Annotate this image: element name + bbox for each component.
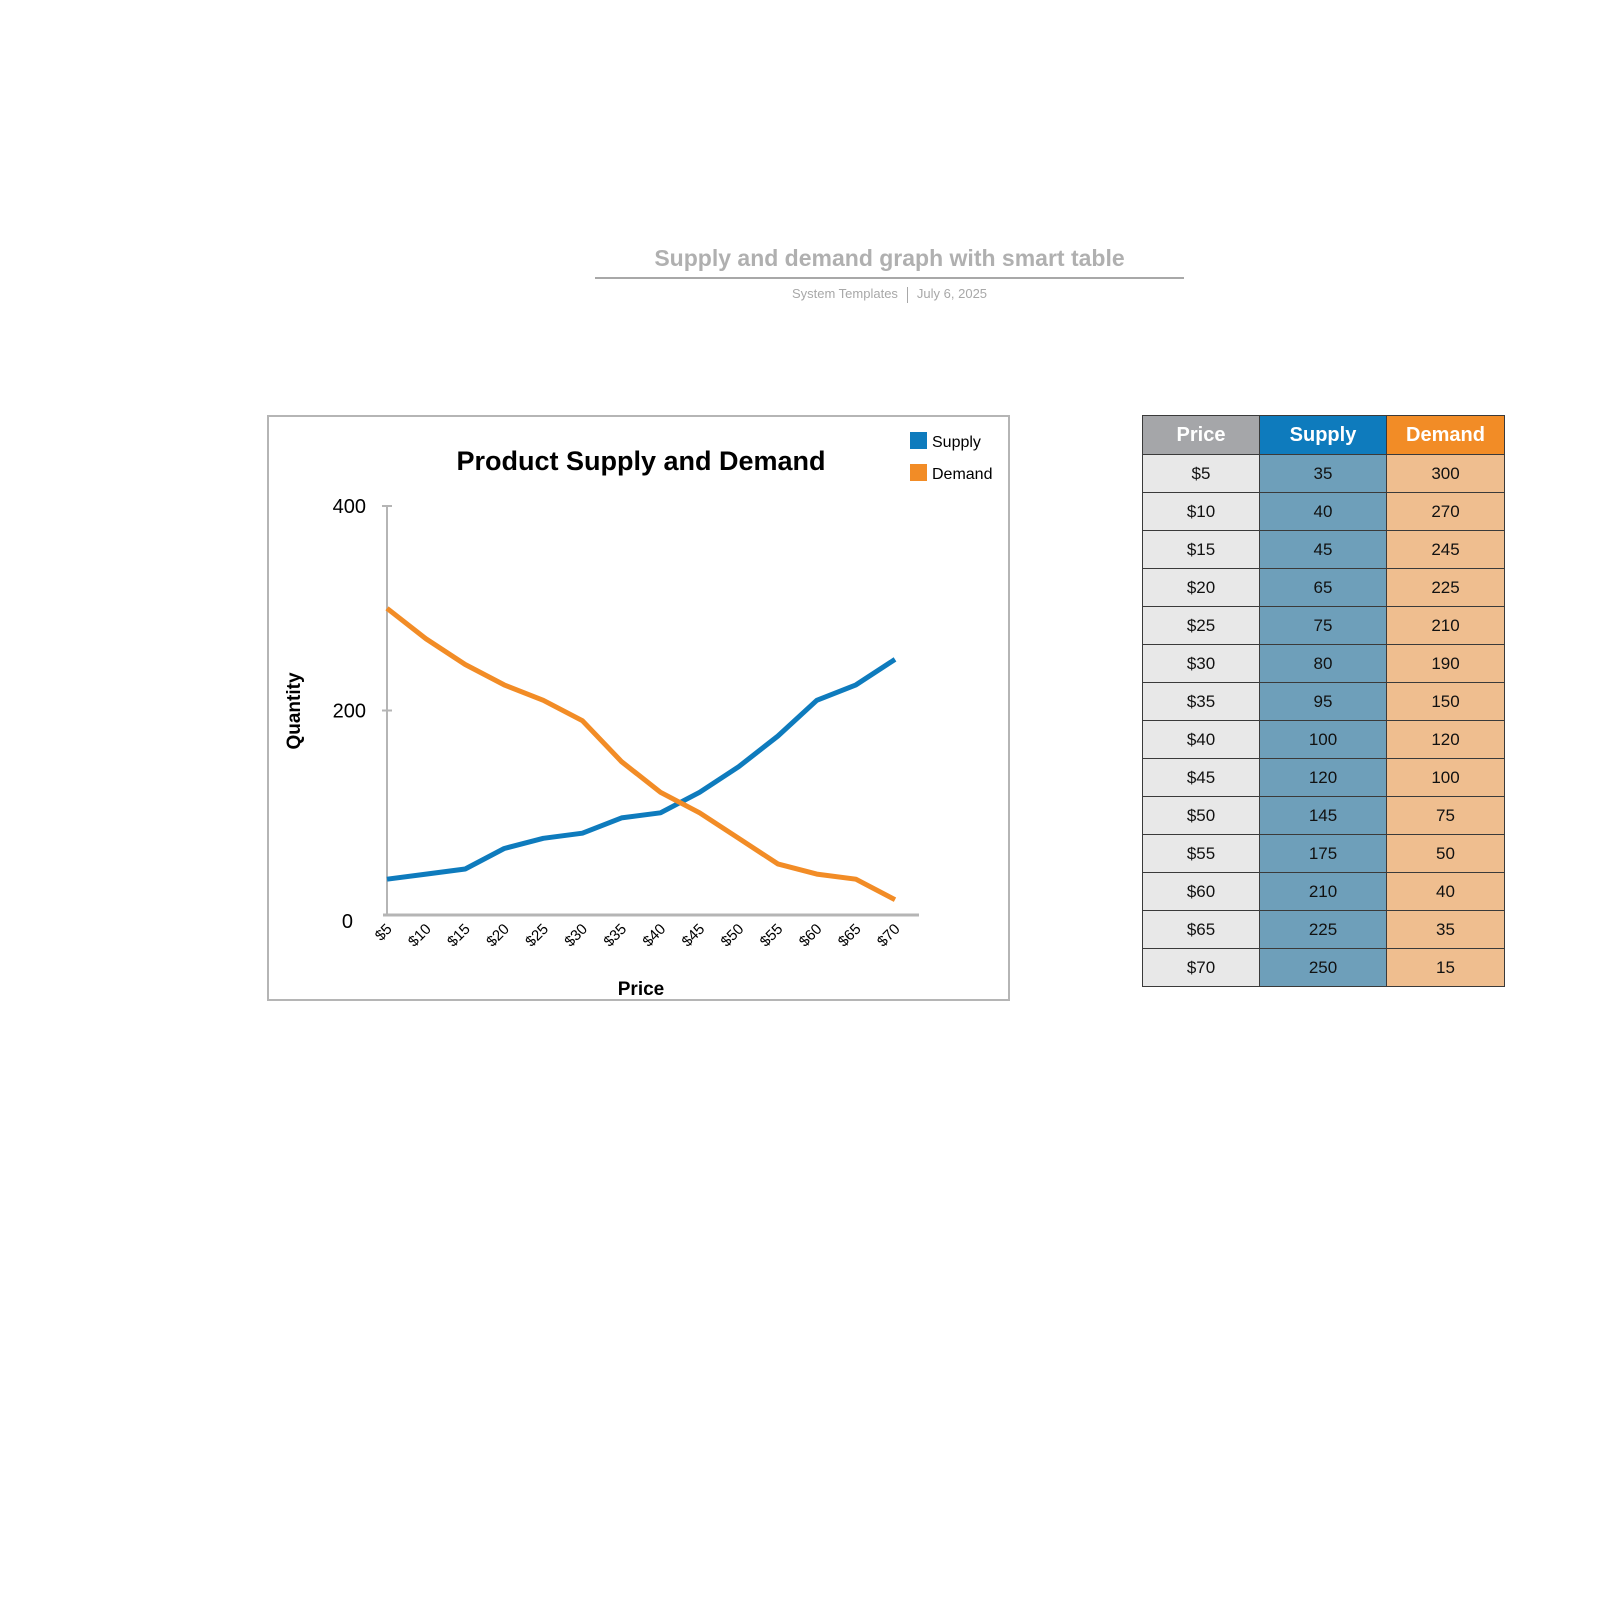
chart-frame[interactable]: Product Supply and Demand Quantity Price…	[267, 415, 1010, 1001]
table-row: $40100120	[1143, 721, 1505, 759]
cell-price[interactable]: $20	[1143, 569, 1260, 607]
cell-price[interactable]: $50	[1143, 797, 1260, 835]
document-meta: System Templates July 6, 2025	[595, 286, 1184, 303]
table-row: $3595150	[1143, 683, 1505, 721]
table-row: $1545245	[1143, 531, 1505, 569]
cell-supply[interactable]: 225	[1260, 911, 1387, 949]
x-tick-label: $30	[561, 921, 591, 951]
cell-supply[interactable]: 250	[1260, 949, 1387, 987]
y-tick-label: 200	[333, 701, 366, 723]
table-row: $5517550	[1143, 835, 1505, 873]
cell-price[interactable]: $15	[1143, 531, 1260, 569]
cell-demand[interactable]: 35	[1387, 911, 1505, 949]
cell-supply[interactable]: 175	[1260, 835, 1387, 873]
x-tick-label: $35	[600, 921, 630, 951]
table-header-row: Price Supply Demand	[1143, 416, 1505, 455]
cell-price[interactable]: $45	[1143, 759, 1260, 797]
cell-demand[interactable]: 245	[1387, 531, 1505, 569]
cell-demand[interactable]: 120	[1387, 721, 1505, 759]
header-price[interactable]: Price	[1143, 416, 1260, 455]
cell-price[interactable]: $65	[1143, 911, 1260, 949]
cell-supply[interactable]: 100	[1260, 721, 1387, 759]
cell-supply[interactable]: 95	[1260, 683, 1387, 721]
cell-price[interactable]: $10	[1143, 493, 1260, 531]
cell-supply[interactable]: 40	[1260, 493, 1387, 531]
legend-swatch-demand	[910, 464, 927, 481]
table-row: $6021040	[1143, 873, 1505, 911]
table-row: $3080190	[1143, 645, 1505, 683]
cell-supply[interactable]: 75	[1260, 607, 1387, 645]
x-tick-label: $70	[874, 921, 904, 951]
legend-label-demand: Demand	[932, 466, 992, 483]
chart-title: Product Supply and Demand	[456, 446, 825, 476]
table-row: $1040270	[1143, 493, 1505, 531]
cell-demand[interactable]: 270	[1387, 493, 1505, 531]
cell-supply[interactable]: 210	[1260, 873, 1387, 911]
x-tick-label: $50	[718, 921, 748, 951]
title-underline	[595, 277, 1184, 279]
smart-table[interactable]: Price Supply Demand $535300$1040270$1545…	[1142, 415, 1505, 987]
x-tick-label: $25	[522, 921, 552, 951]
cell-demand[interactable]: 190	[1387, 645, 1505, 683]
header-supply[interactable]: Supply	[1260, 416, 1387, 455]
cell-price[interactable]: $40	[1143, 721, 1260, 759]
y-tick-label: 400	[333, 496, 366, 518]
cell-price[interactable]: $70	[1143, 949, 1260, 987]
cell-supply[interactable]: 145	[1260, 797, 1387, 835]
legend-swatch-supply	[910, 432, 927, 449]
x-tick-label: $5	[372, 921, 396, 945]
cell-demand[interactable]: 15	[1387, 949, 1505, 987]
cell-price[interactable]: $25	[1143, 607, 1260, 645]
table-row: $2065225	[1143, 569, 1505, 607]
table-row: $2575210	[1143, 607, 1505, 645]
cell-price[interactable]: $30	[1143, 645, 1260, 683]
x-tick-label: $60	[796, 921, 826, 951]
cell-demand[interactable]: 40	[1387, 873, 1505, 911]
table-row: $6522535	[1143, 911, 1505, 949]
document-title: Supply and demand graph with smart table	[595, 245, 1184, 272]
cell-price[interactable]: $5	[1143, 455, 1260, 493]
table-row: $535300	[1143, 455, 1505, 493]
legend: Supply Demand	[910, 432, 992, 483]
cell-price[interactable]: $60	[1143, 873, 1260, 911]
cell-demand[interactable]: 225	[1387, 569, 1505, 607]
y-tick-label: 0	[342, 911, 353, 933]
cell-supply[interactable]: 120	[1260, 759, 1387, 797]
table-row: $45120100	[1143, 759, 1505, 797]
y-axis-label: Quantity	[284, 672, 305, 749]
cell-price[interactable]: $35	[1143, 683, 1260, 721]
cell-demand[interactable]: 300	[1387, 455, 1505, 493]
x-tick-label: $45	[679, 921, 709, 951]
x-tick-label: $15	[444, 921, 474, 951]
x-tick-label: $40	[639, 921, 669, 951]
series-line-supply[interactable]	[387, 659, 895, 879]
legend-label-supply: Supply	[932, 434, 981, 451]
cell-demand[interactable]: 75	[1387, 797, 1505, 835]
supply-demand-chart: Product Supply and Demand Quantity Price…	[269, 417, 1012, 1003]
table-row: $7025015	[1143, 949, 1505, 987]
document-date: July 6, 2025	[917, 286, 987, 301]
cell-demand[interactable]: 50	[1387, 835, 1505, 873]
cell-supply[interactable]: 65	[1260, 569, 1387, 607]
cell-demand[interactable]: 100	[1387, 759, 1505, 797]
cell-price[interactable]: $55	[1143, 835, 1260, 873]
cell-supply[interactable]: 35	[1260, 455, 1387, 493]
x-axis-label: Price	[618, 979, 664, 1000]
cell-demand[interactable]: 210	[1387, 607, 1505, 645]
meta-separator	[907, 287, 908, 303]
table-row: $5014575	[1143, 797, 1505, 835]
document-author: System Templates	[792, 286, 898, 301]
x-tick-label: $10	[405, 921, 435, 951]
series-line-demand[interactable]	[387, 608, 895, 899]
cell-demand[interactable]: 150	[1387, 683, 1505, 721]
x-tick-label: $55	[757, 921, 787, 951]
cell-supply[interactable]: 45	[1260, 531, 1387, 569]
cell-supply[interactable]: 80	[1260, 645, 1387, 683]
x-tick-label: $65	[835, 921, 865, 951]
x-tick-label: $20	[483, 921, 513, 951]
header-demand[interactable]: Demand	[1387, 416, 1505, 455]
